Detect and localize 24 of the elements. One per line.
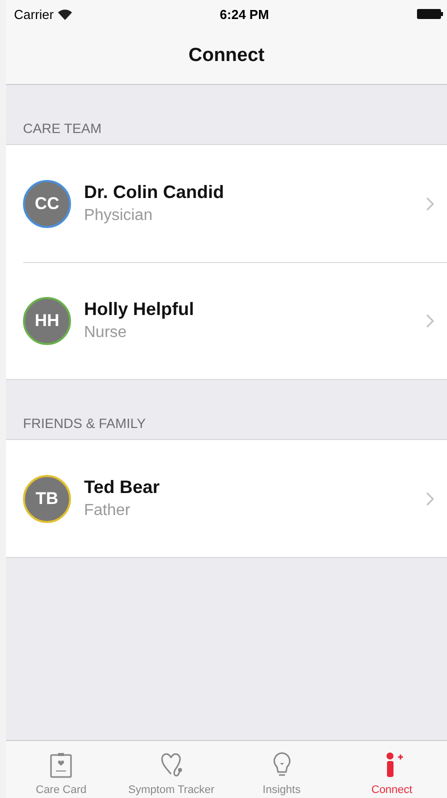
wifi-icon: [58, 8, 72, 20]
contact-name: Holly Helpful: [84, 299, 196, 320]
contact-row[interactable]: HH Holly Helpful Nurse: [6, 262, 447, 379]
tab-bar-item[interactable]: Insights: [226, 741, 337, 798]
tab-bar-item[interactable]: Connect: [336, 741, 447, 798]
tab-bar-item[interactable]: Care Card: [6, 741, 116, 798]
avatar: TB: [23, 474, 71, 522]
contact-row[interactable]: TB Ted Bear Father: [6, 440, 447, 557]
screen-title: Connect: [188, 45, 264, 67]
avatar: CC: [23, 180, 71, 228]
carrier-label: Carrier: [14, 6, 72, 22]
chevron-icon: [425, 196, 435, 212]
battery-icon: [417, 9, 443, 19]
chevron-icon: [425, 490, 435, 506]
contact-name: Ted Bear: [84, 477, 161, 498]
contact-name: Dr. Colin Candid: [84, 182, 226, 203]
chevron-icon: [425, 312, 435, 328]
contact-role: Physician: [84, 207, 154, 225]
tab-bar-item[interactable]: Symptom Tracker: [116, 741, 226, 798]
contact-row[interactable]: CC Dr. Colin Candid Physician: [6, 145, 447, 262]
status-time: 6:24 PM: [220, 6, 269, 22]
contact-role: Nurse: [84, 324, 128, 342]
contact-role: Father: [84, 502, 132, 520]
avatar: HH: [23, 296, 71, 344]
